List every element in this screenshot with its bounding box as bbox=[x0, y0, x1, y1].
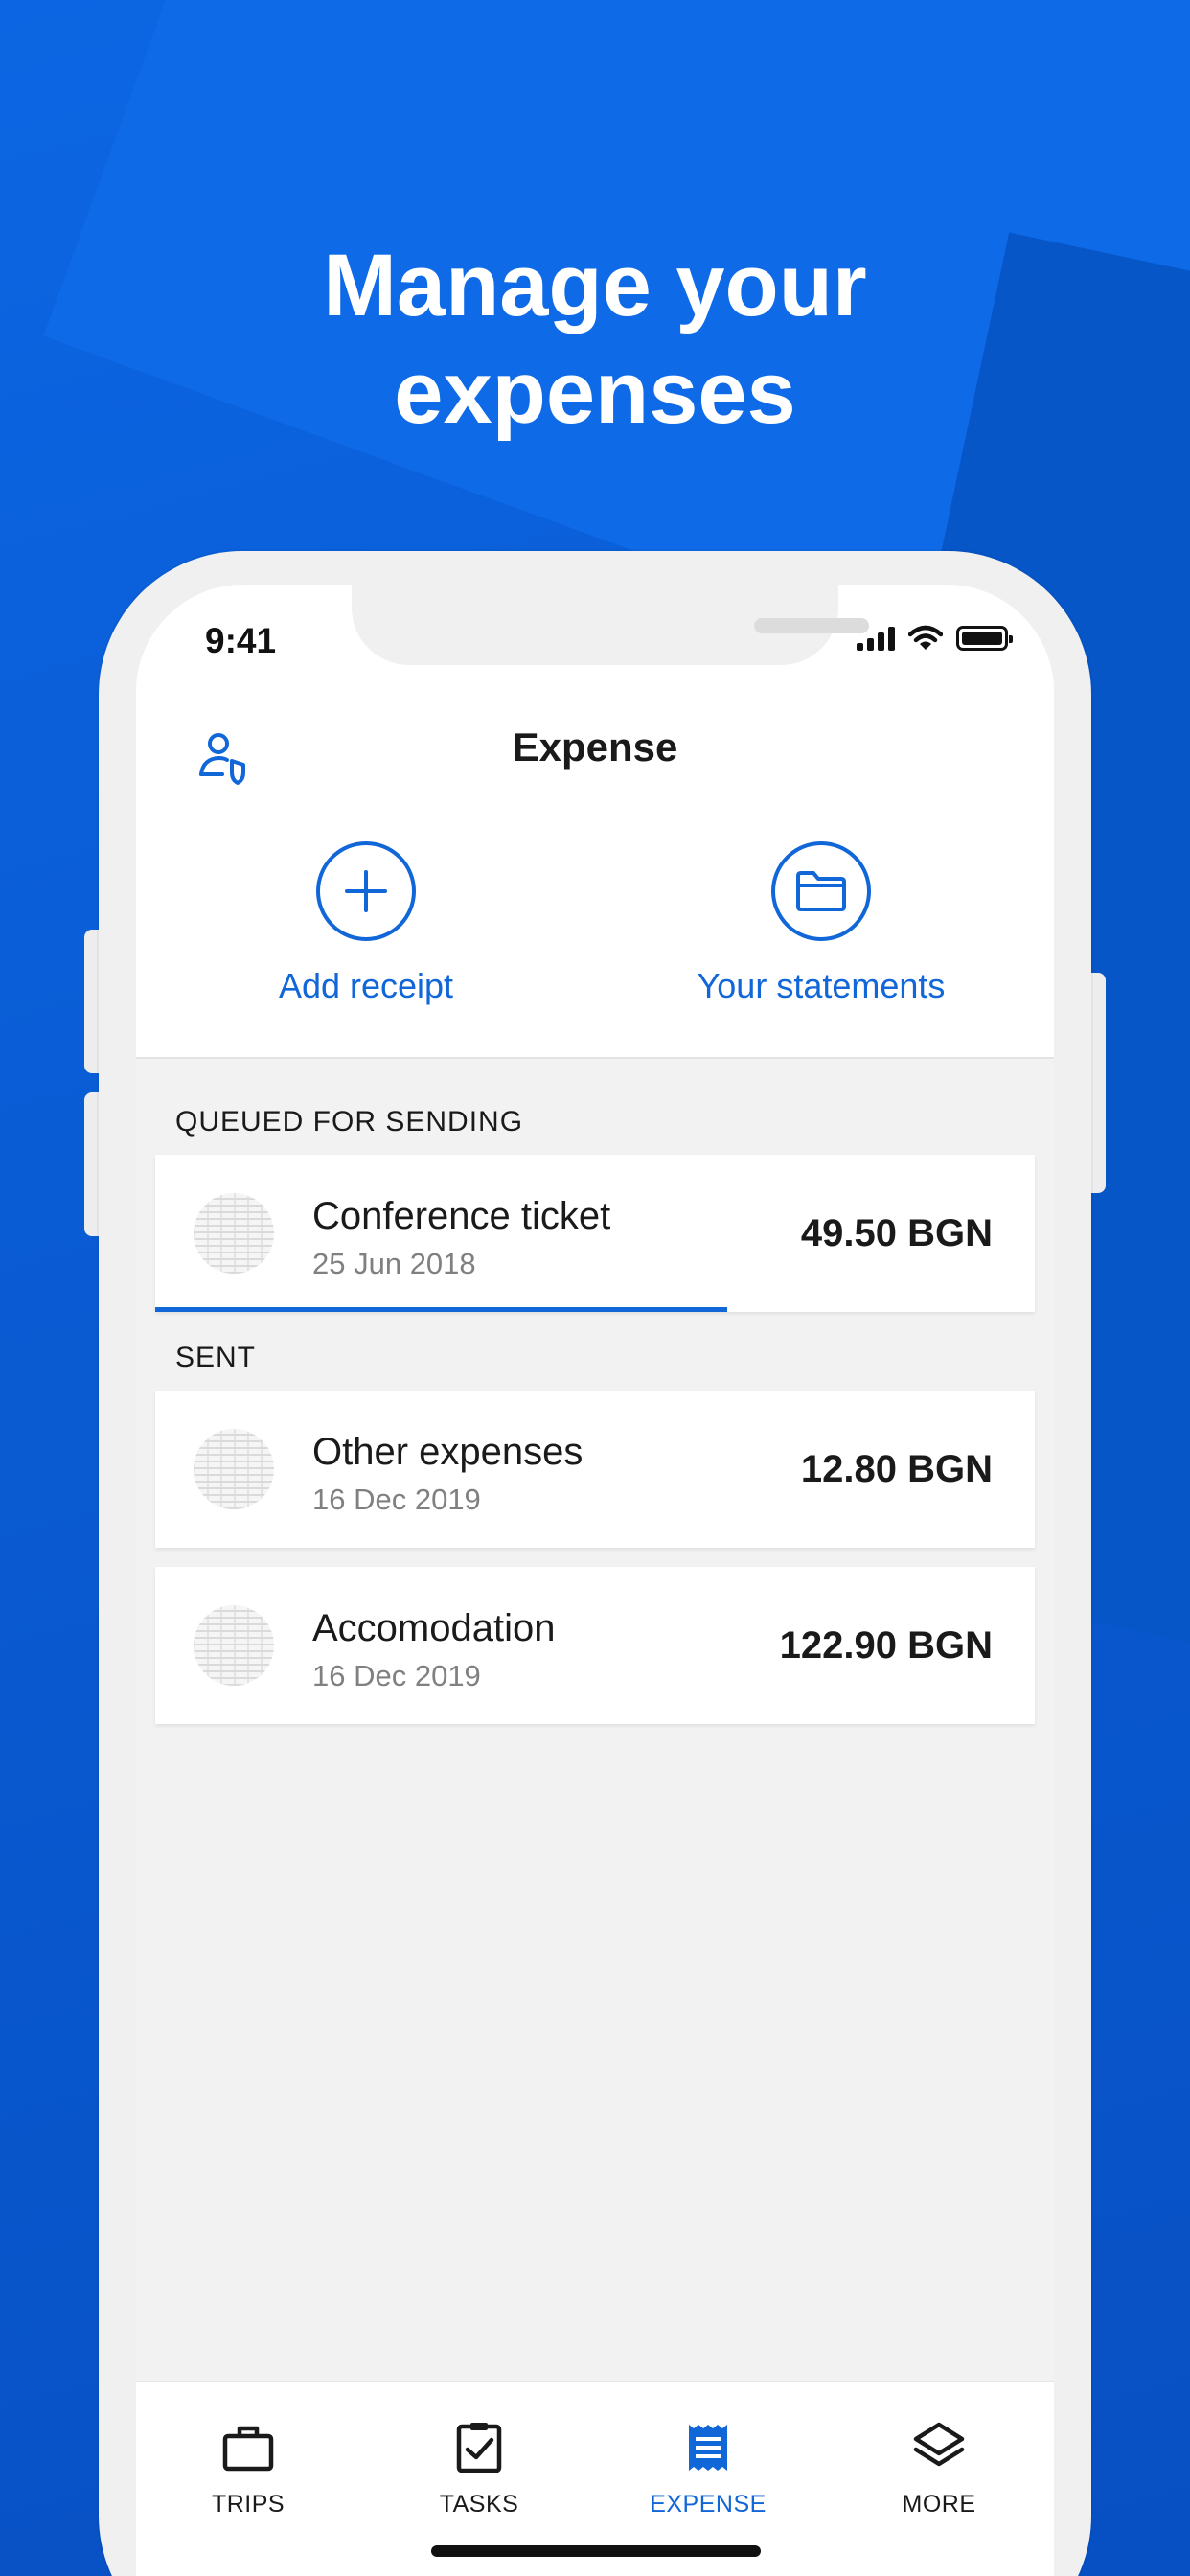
wifi-icon bbox=[908, 625, 943, 650]
headline-line-2: expenses bbox=[394, 344, 796, 442]
expense-title: Accomodation bbox=[312, 1607, 556, 1649]
list-item[interactable]: Accomodation 16 Dec 2019 122.90 BGN bbox=[155, 1567, 1035, 1724]
phone-notch bbox=[352, 585, 869, 665]
briefcase-icon bbox=[222, 2426, 274, 2472]
expense-amount: 49.50 BGN bbox=[800, 1212, 993, 1254]
layers-icon bbox=[913, 2422, 965, 2467]
tab-label: MORE bbox=[902, 2491, 976, 2518]
receipt-thumbnail bbox=[194, 1193, 274, 1274]
section-label-sent: SENT bbox=[175, 1342, 257, 1373]
receipt-thumbnail bbox=[194, 1429, 274, 1509]
tab-expense[interactable]: EXPENSE bbox=[622, 2421, 794, 2518]
expense-amount: 122.90 BGN bbox=[779, 1624, 993, 1667]
tab-label: EXPENSE bbox=[650, 2491, 767, 2518]
home-indicator[interactable] bbox=[431, 2545, 761, 2557]
add-receipt-label: Add receipt bbox=[278, 966, 454, 1005]
plus-icon bbox=[345, 870, 387, 912]
tab-tasks[interactable]: TASKS bbox=[393, 2421, 565, 2518]
phone-screen: 9:41 Expense Add receipt Your statements… bbox=[136, 585, 1054, 2576]
cellular-signal-icon bbox=[857, 626, 895, 651]
receipt-icon bbox=[689, 2425, 727, 2471]
section-label-queued: QUEUED FOR SENDING bbox=[175, 1106, 524, 1138]
headline: Manage your expenses bbox=[0, 232, 1190, 447]
battery-icon bbox=[956, 626, 1013, 651]
list-item[interactable]: Other expenses 16 Dec 2019 12.80 BGN bbox=[155, 1391, 1035, 1548]
upload-progress-bar bbox=[155, 1307, 727, 1312]
add-receipt-circle[interactable] bbox=[316, 841, 416, 941]
tab-label: TRIPS bbox=[211, 2491, 286, 2518]
list-item[interactable]: Conference ticket 25 Jun 2018 49.50 BGN bbox=[155, 1155, 1035, 1312]
clipboard-check-icon bbox=[456, 2423, 502, 2473]
expense-date: 16 Dec 2019 bbox=[312, 1483, 481, 1516]
expense-amount: 12.80 BGN bbox=[800, 1448, 993, 1490]
folder-icon bbox=[796, 871, 846, 911]
page-title: Expense bbox=[512, 724, 678, 770]
add-receipt-button[interactable]: Add receipt bbox=[265, 841, 467, 1006]
expense-header-panel: 9:41 Expense Add receipt Your statements bbox=[136, 585, 1054, 1059]
your-statements-button[interactable]: Your statements bbox=[677, 841, 965, 1006]
status-time: 9:41 bbox=[205, 621, 277, 660]
speaker bbox=[754, 618, 869, 633]
expense-title: Conference ticket bbox=[312, 1195, 611, 1237]
tab-label: TASKS bbox=[439, 2491, 519, 2518]
expense-date: 25 Jun 2018 bbox=[312, 1247, 476, 1280]
headline-line-1: Manage your bbox=[323, 237, 867, 334]
your-statements-circle[interactable] bbox=[771, 841, 871, 941]
status-icons bbox=[857, 625, 1013, 652]
tab-more[interactable]: MORE bbox=[853, 2421, 1025, 2518]
tab-trips[interactable]: TRIPS bbox=[162, 2421, 334, 2518]
your-statements-label: Your statements bbox=[697, 966, 946, 1005]
expense-title: Other expenses bbox=[312, 1431, 584, 1473]
expense-date: 16 Dec 2019 bbox=[312, 1659, 481, 1692]
receipt-thumbnail bbox=[194, 1605, 274, 1686]
